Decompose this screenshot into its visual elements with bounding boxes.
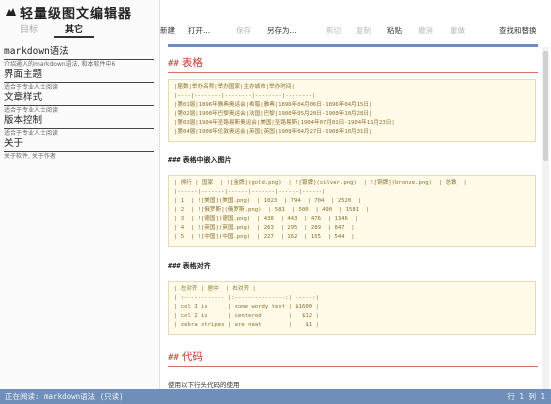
tab-other[interactable]: 其它 bbox=[54, 23, 94, 38]
code-line: |第01届|1896年雅典奥运会|希腊|雅典|1896年04月06日-1896年… bbox=[174, 102, 373, 108]
code-line: | 4 | ![英国](英国.png) | 263 | 295 | 289 | … bbox=[174, 225, 355, 231]
heading-code: ## 代码 bbox=[168, 351, 203, 365]
code-line: | col 2 is | centered | $12 | bbox=[174, 313, 319, 319]
save-button[interactable]: 保存 bbox=[236, 23, 251, 39]
code-line: |届数|举办名称|举办国家|主办城市|举办时间| bbox=[174, 84, 295, 90]
code-line: |----|--------|--------|--------|-------… bbox=[174, 93, 316, 99]
cloud-logo-icon bbox=[6, 8, 16, 16]
undo-button[interactable]: 撤消 bbox=[418, 23, 433, 39]
code-line: | 排行 | 国家 | ![金牌](gold.png) | ![银牌](silv… bbox=[174, 180, 467, 186]
status-cursor-position: 行 1 列 1 bbox=[507, 392, 545, 401]
doc-item-markdown[interactable]: markdown语法 介绍通入的markdown语法, 和本软件中6 bbox=[4, 46, 154, 68]
doc-item-about[interactable]: 关于 关于软件, 关于作者 bbox=[4, 138, 154, 160]
heading-text: 表格对齐 bbox=[182, 262, 211, 270]
doc-item-style[interactable]: 文章样式 适合于专业人士阅读 bbox=[4, 92, 154, 114]
doc-item-title: 界面主题 bbox=[4, 69, 154, 83]
doc-item-desc: 适合于专业人士阅读 bbox=[4, 84, 59, 91]
doc-item-desc: 介绍通入的markdown语法, 和本软件中6 bbox=[4, 61, 116, 68]
scrollbar-thumb[interactable] bbox=[543, 51, 548, 161]
save-as-button[interactable]: 另存为... bbox=[267, 23, 297, 39]
heading-text: 表格中嵌入图片 bbox=[182, 156, 232, 164]
doc-item-title: 版本控制 bbox=[4, 115, 154, 129]
heading-marker: ### bbox=[168, 156, 181, 164]
code-line: |第02届|1900年巴黎奥运会|法国|巴黎|1900年05月20日-1900年… bbox=[174, 111, 373, 117]
code-line: | 2 | ![俄罗斯](俄罗斯.png) | 581 | 500 | 490 … bbox=[174, 207, 370, 213]
editor-scrollbar[interactable] bbox=[542, 47, 549, 389]
code-line: | 左对齐 | 居中 | 右对齐 | bbox=[174, 286, 256, 292]
code-line: | zebra stripes | are neat | $1 | bbox=[174, 322, 319, 328]
code-block-medal-table: | 排行 | 国家 | ![金牌](gold.png) | ![银牌](silv… bbox=[168, 175, 536, 247]
paste-button[interactable]: 粘贴 bbox=[387, 23, 402, 39]
doc-item-title: markdown语法 bbox=[4, 46, 154, 60]
code-line: |------|-------|------|-------|------|--… bbox=[174, 189, 326, 195]
doc-item-desc: 适合于专业人士阅读 bbox=[4, 107, 59, 114]
cut-button[interactable]: 剪切 bbox=[326, 23, 341, 39]
heading-marker: ### bbox=[168, 262, 181, 270]
code-line: |第03届|1904年圣路易斯奥运会|美国|圣路易斯|1904年07月01日-1… bbox=[174, 120, 395, 126]
copy-button[interactable]: 复制 bbox=[356, 23, 371, 39]
code-block-align-table: | 左对齐 | 居中 | 右对齐 | | :------------ |:---… bbox=[168, 281, 536, 335]
app-title: 轻量级图文编辑器 bbox=[4, 3, 133, 22]
code-line: | col 3 is | some wordy text | $1600 | bbox=[174, 304, 319, 310]
status-reading-text: 正在阅读: markdown语法 (只读) bbox=[5, 392, 124, 401]
editor-area[interactable]: ## 表格 |届数|举办名称|举办国家|主办城市|举办时间| |----|----… bbox=[166, 47, 540, 389]
document-list: markdown语法 介绍通入的markdown语法, 和本软件中6 界面主题 … bbox=[4, 46, 154, 161]
code-line: |第04届|1908年伦敦奥运会|英国|英国|1908年04月27日-1908年… bbox=[174, 129, 373, 135]
sidebar-tabs: 目标 其它 bbox=[0, 23, 159, 38]
doc-item-title: 文章样式 bbox=[4, 92, 154, 106]
code-line: | 1 | ![美国](美国.png) | 1023 | 794 | 704 |… bbox=[174, 198, 362, 204]
heading-marker: ## bbox=[168, 59, 179, 69]
heading-table-images: ### 表格中嵌入图片 bbox=[168, 155, 232, 165]
heading-marker: ## bbox=[168, 353, 179, 363]
heading-table-align: ### 表格对齐 bbox=[168, 261, 211, 271]
code-line: | :------------ |:---------------:| ----… bbox=[174, 295, 319, 301]
doc-item-theme[interactable]: 界面主题 适合于专业人士阅读 bbox=[4, 69, 154, 91]
code-intro-text: 使用以下行头代码的使用 bbox=[168, 381, 240, 389]
code-block-olympics-table: |届数|举办名称|举办国家|主办城市|举办时间| |----|--------|… bbox=[168, 79, 536, 142]
doc-item-version[interactable]: 版本控制 适合于专业人士阅读 bbox=[4, 115, 154, 137]
sidebar: 轻量级图文编辑器 目标 其它 markdown语法 介绍通入的markdown语… bbox=[0, 0, 160, 389]
toolbar: 新建 打开... 保存 另存为... 剪切 复制 粘贴 撤消 重做 查找和替换 bbox=[160, 23, 551, 39]
heading-table: ## 表格 bbox=[168, 57, 203, 71]
heading-underline bbox=[168, 366, 538, 367]
redo-button[interactable]: 重做 bbox=[450, 23, 465, 39]
code-line: | 3 | ![德国](德国.png) | 438 | 443 | 476 | … bbox=[174, 216, 359, 222]
code-line: | 5 | ![中国](中国.png) | 227 | 162 | 155 | … bbox=[174, 234, 355, 240]
app-title-text: 轻量级图文编辑器 bbox=[20, 6, 133, 22]
doc-item-title: 关于 bbox=[4, 138, 154, 152]
heading-text: 表格 bbox=[181, 57, 203, 69]
open-button[interactable]: 打开... bbox=[188, 23, 210, 39]
heading-underline bbox=[168, 72, 538, 73]
status-bar: 正在阅读: markdown语法 (只读) 行 1 列 1 bbox=[0, 389, 551, 404]
doc-item-desc: 关于软件, 关于作者 bbox=[4, 153, 56, 160]
find-replace-button[interactable]: 查找和替换 bbox=[499, 23, 537, 39]
doc-item-desc: 适合于专业人士阅读 bbox=[4, 130, 59, 137]
new-button[interactable]: 新建 bbox=[160, 23, 175, 39]
tab-directory[interactable]: 目标 bbox=[14, 23, 44, 38]
heading-text: 代码 bbox=[181, 351, 203, 363]
